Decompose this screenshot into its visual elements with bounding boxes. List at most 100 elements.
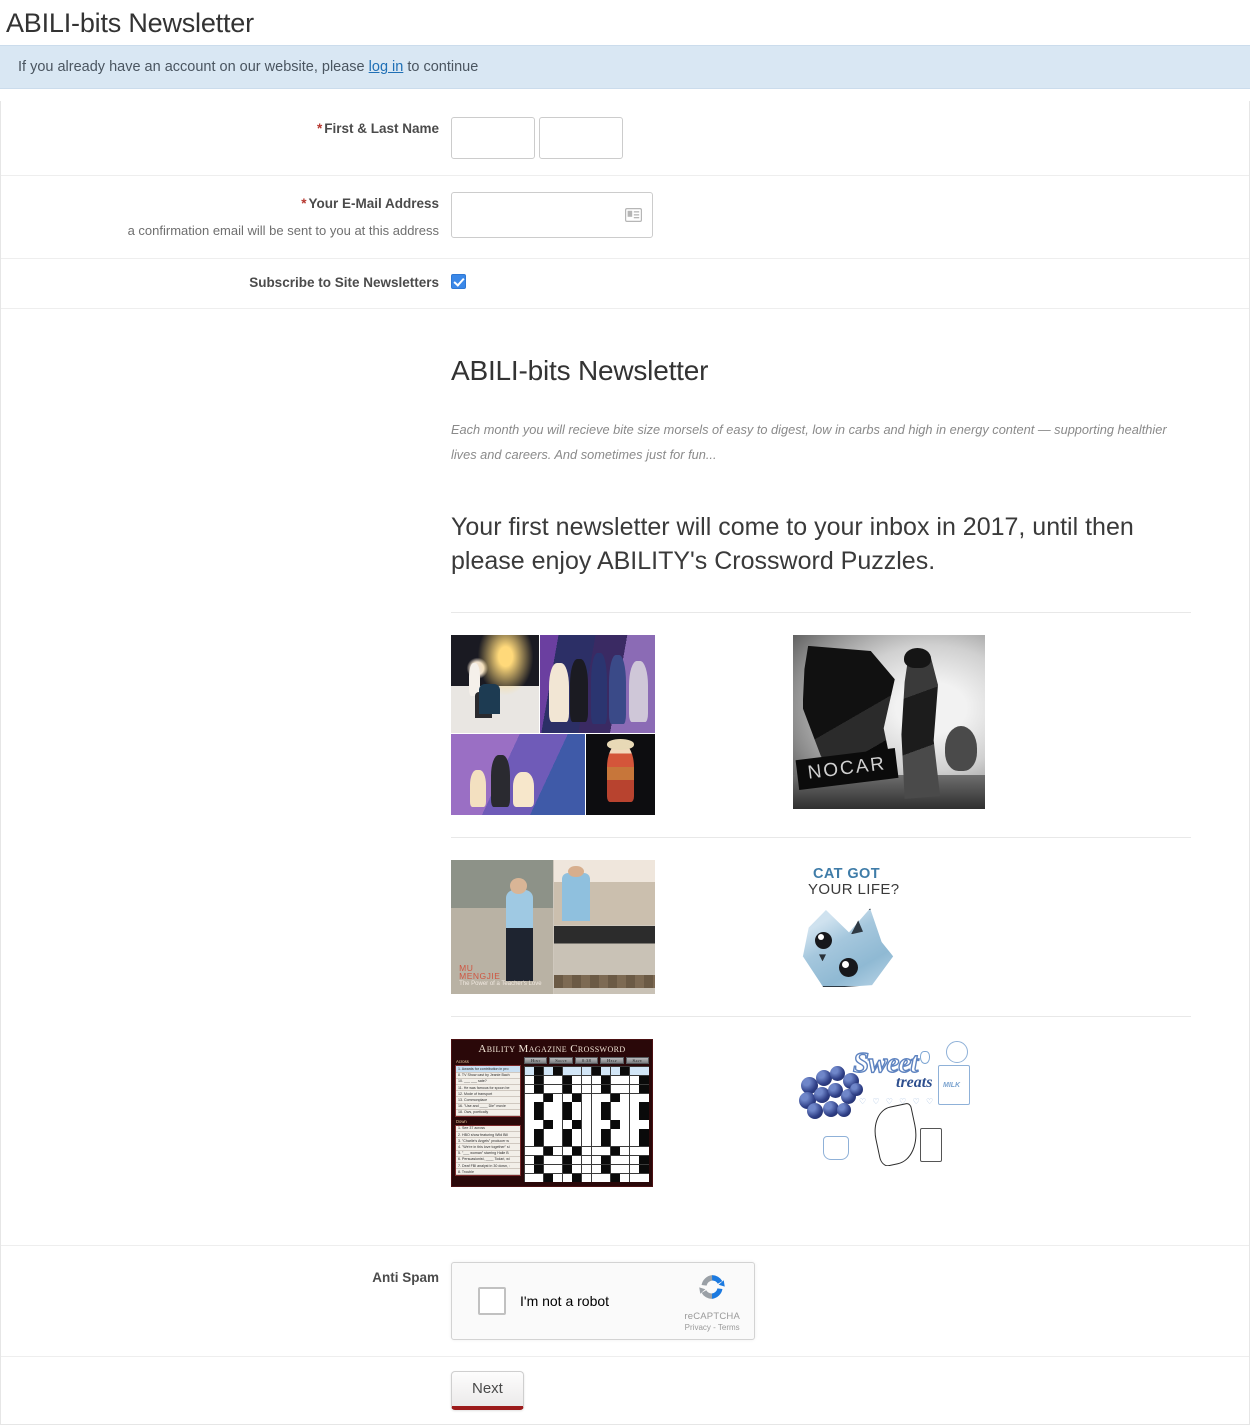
crossword-cell[interactable] (562, 1093, 572, 1102)
crossword-cell[interactable] (562, 1155, 572, 1165)
crossword-cell[interactable] (591, 1075, 601, 1085)
crossword-cell[interactable] (543, 1120, 553, 1129)
crossword-cell[interactable] (639, 1066, 649, 1076)
crossword-cell[interactable] (553, 1129, 563, 1138)
thumbnail-ability-magazine-crossword[interactable]: Ability Magazine Crossword Across 1. Awa… (451, 1039, 653, 1188)
crossword-cell[interactable] (629, 1066, 639, 1076)
crossword-cell[interactable] (629, 1084, 639, 1094)
crossword-cell[interactable] (610, 1120, 620, 1129)
crossword-cell[interactable] (629, 1093, 639, 1102)
crossword-cell[interactable] (601, 1120, 611, 1129)
crossword-cell[interactable] (639, 1084, 649, 1094)
crossword-cell[interactable] (562, 1066, 572, 1076)
crossword-cell[interactable] (553, 1093, 563, 1102)
crossword-cell[interactable] (620, 1129, 630, 1138)
crossword-cell[interactable] (562, 1146, 572, 1156)
recaptcha-terms-link[interactable]: Terms (718, 1323, 740, 1332)
crossword-cell[interactable] (639, 1129, 649, 1138)
crossword-cell[interactable] (534, 1102, 544, 1111)
crossword-cell[interactable] (581, 1120, 592, 1129)
recaptcha-checkbox[interactable] (478, 1287, 506, 1316)
crossword-cell[interactable] (610, 1066, 620, 1076)
crossword-cell[interactable] (534, 1093, 544, 1102)
crossword-cell[interactable] (581, 1129, 592, 1138)
crossword-cell[interactable] (620, 1138, 630, 1147)
crossword-cell[interactable] (629, 1120, 639, 1129)
crossword-hint-button[interactable]: Hint (524, 1057, 548, 1065)
crossword-cell[interactable] (601, 1138, 611, 1147)
crossword-cell[interactable] (543, 1129, 553, 1138)
crossword-cell[interactable] (591, 1084, 601, 1094)
crossword-cell[interactable] (620, 1066, 630, 1076)
crossword-cell[interactable] (581, 1155, 592, 1165)
crossword-cell[interactable] (581, 1173, 592, 1182)
crossword-cell[interactable] (524, 1093, 534, 1102)
crossword-cell[interactable] (543, 1111, 553, 1120)
crossword-cell[interactable] (610, 1102, 620, 1111)
crossword-cell[interactable] (610, 1129, 620, 1138)
crossword-cell[interactable] (572, 1120, 582, 1129)
crossword-clue[interactable]: 18. Ows, poetically (456, 1110, 520, 1116)
crossword-cell[interactable] (620, 1173, 630, 1182)
crossword-cell[interactable] (639, 1155, 649, 1165)
crossword-cell[interactable] (553, 1120, 563, 1129)
crossword-cell[interactable] (620, 1111, 630, 1120)
crossword-cell[interactable] (591, 1146, 601, 1156)
crossword-cell[interactable] (601, 1075, 611, 1085)
first-name-input[interactable] (451, 117, 535, 159)
crossword-cell[interactable] (553, 1075, 563, 1085)
crossword-cell[interactable] (553, 1111, 563, 1120)
crossword-cell[interactable] (620, 1102, 630, 1111)
crossword-cell[interactable] (581, 1084, 592, 1094)
crossword-cell[interactable] (629, 1102, 639, 1111)
crossword-cell[interactable] (543, 1084, 553, 1094)
crossword-cell[interactable] (639, 1146, 649, 1156)
login-link[interactable]: log in (369, 59, 404, 75)
crossword-cell[interactable] (591, 1102, 601, 1111)
crossword-cell[interactable] (524, 1075, 534, 1085)
email-input[interactable] (451, 192, 653, 238)
crossword-cell[interactable] (543, 1102, 553, 1111)
crossword-cell[interactable] (601, 1173, 611, 1182)
crossword-cell[interactable] (524, 1146, 534, 1156)
crossword-cell[interactable] (572, 1111, 582, 1120)
crossword-cell[interactable] (629, 1111, 639, 1120)
crossword-cell[interactable] (629, 1173, 639, 1182)
crossword-cell[interactable] (601, 1066, 611, 1076)
crossword-cell[interactable] (610, 1093, 620, 1102)
crossword-cell[interactable] (534, 1066, 544, 1076)
recaptcha-privacy-link[interactable]: Privacy (685, 1323, 711, 1332)
crossword-cell[interactable] (581, 1138, 592, 1147)
crossword-cell[interactable] (524, 1102, 534, 1111)
crossword-cell[interactable] (543, 1138, 553, 1147)
crossword-cell[interactable] (572, 1173, 582, 1182)
crossword-cell[interactable] (534, 1155, 544, 1165)
thumbnail-sweet-treats-illustration[interactable]: Sweet treats ♡ ♡ ♡ ♡ ♡ ♡ (791, 1039, 976, 1167)
crossword-cell[interactable] (601, 1164, 611, 1174)
crossword-cell[interactable] (534, 1138, 544, 1147)
crossword-cell[interactable] (562, 1084, 572, 1094)
crossword-cell[interactable] (639, 1120, 649, 1129)
crossword-cell[interactable] (581, 1093, 592, 1102)
crossword-cell[interactable] (591, 1093, 601, 1102)
crossword-cell[interactable] (534, 1129, 544, 1138)
crossword-cell[interactable] (534, 1111, 544, 1120)
crossword-cell[interactable] (543, 1164, 553, 1174)
crossword-cell[interactable] (553, 1173, 563, 1182)
crossword-cell[interactable] (524, 1155, 534, 1165)
crossword-cell[interactable] (591, 1138, 601, 1147)
crossword-cell[interactable] (620, 1164, 630, 1174)
thumbnail-cat-got-your-life-illustration[interactable]: CAT GOT YOUR LIFE? (793, 860, 938, 988)
crossword-cell[interactable] (572, 1155, 582, 1165)
crossword-cell[interactable] (620, 1146, 630, 1156)
crossword-cell[interactable] (534, 1120, 544, 1129)
crossword-save-button[interactable]: Save (625, 1057, 650, 1065)
crossword-cell[interactable] (601, 1093, 611, 1102)
crossword-cell[interactable] (610, 1111, 620, 1120)
crossword-cell[interactable] (524, 1138, 534, 1147)
crossword-cell[interactable] (543, 1093, 553, 1102)
crossword-cell[interactable] (524, 1129, 534, 1138)
crossword-across-list[interactable]: 1. Awards for contribution in pro 8. TV … (455, 1065, 521, 1117)
crossword-cell[interactable] (553, 1155, 563, 1165)
crossword-cell[interactable] (572, 1164, 582, 1174)
